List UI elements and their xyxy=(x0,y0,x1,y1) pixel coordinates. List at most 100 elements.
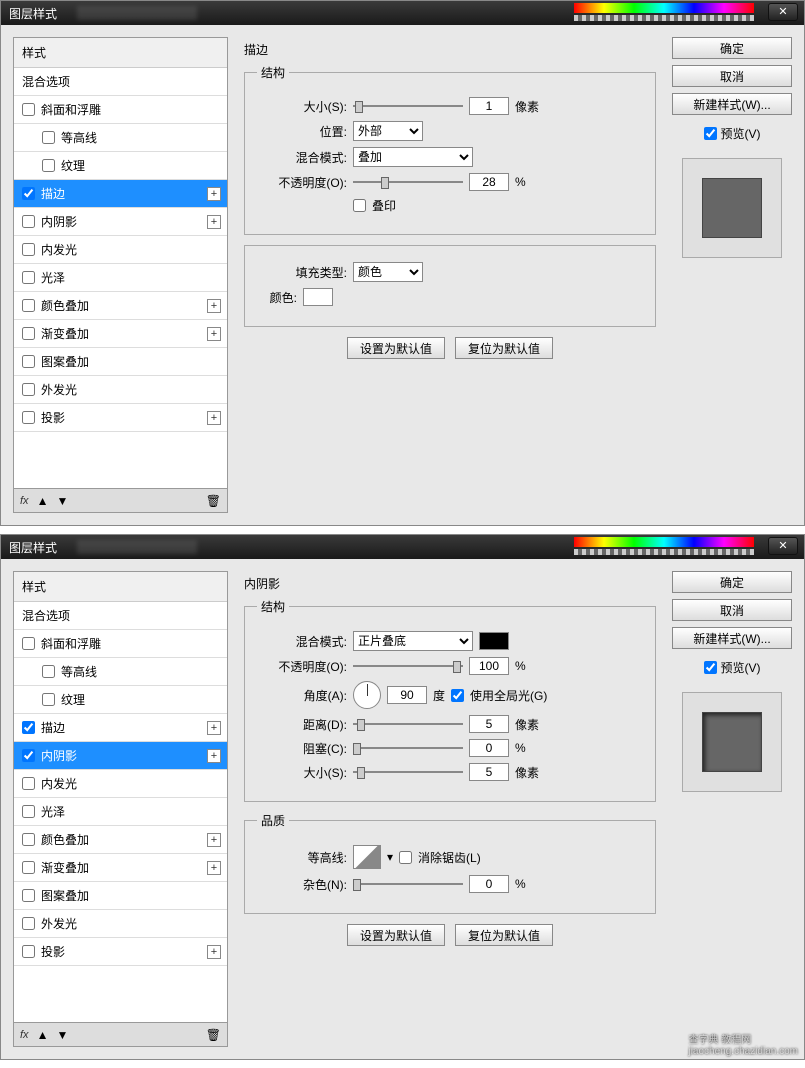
checkbox-satin[interactable] xyxy=(22,805,35,818)
checkbox-satin[interactable] xyxy=(22,271,35,284)
checkbox-inner-glow[interactable] xyxy=(22,243,35,256)
position-select[interactable]: 外部 xyxy=(353,121,423,141)
blend-mode-select[interactable]: 正片叠底 xyxy=(353,631,473,651)
style-row-bevel[interactable]: 斜面和浮雕 xyxy=(14,630,227,658)
style-row-inner-glow[interactable]: 内发光 xyxy=(14,770,227,798)
checkbox-gradient-overlay[interactable] xyxy=(22,327,35,340)
arrow-down-icon[interactable]: ▼ xyxy=(56,1028,68,1042)
checkbox-outer-glow[interactable] xyxy=(22,917,35,930)
opacity-input[interactable] xyxy=(469,173,509,191)
checkbox-color-overlay[interactable] xyxy=(22,833,35,846)
style-row-satin[interactable]: 光泽 xyxy=(14,798,227,826)
checkbox-stroke[interactable] xyxy=(22,721,35,734)
angle-input[interactable] xyxy=(387,686,427,704)
noise-input[interactable] xyxy=(469,875,509,893)
ok-button[interactable]: 确定 xyxy=(672,571,792,593)
checkbox-drop-shadow[interactable] xyxy=(22,945,35,958)
style-row-gradient-overlay[interactable]: 渐变叠加+ xyxy=(14,854,227,882)
opacity-slider[interactable] xyxy=(353,175,463,189)
checkbox-bevel[interactable] xyxy=(22,637,35,650)
style-row-gradient-overlay[interactable]: 渐变叠加+ xyxy=(14,320,227,348)
size-input[interactable] xyxy=(469,763,509,781)
arrow-down-icon[interactable]: ▼ xyxy=(56,494,68,508)
contour-picker[interactable] xyxy=(353,845,381,869)
angle-dial[interactable] xyxy=(353,681,381,709)
blend-options-row[interactable]: 混合选项 xyxy=(14,68,227,96)
checkbox-stroke[interactable] xyxy=(22,187,35,200)
style-row-texture[interactable]: 纹理 xyxy=(14,686,227,714)
trash-icon[interactable]: 🗑 xyxy=(206,494,221,508)
add-icon[interactable]: + xyxy=(207,215,221,229)
new-style-button[interactable]: 新建样式(W)... xyxy=(672,627,792,649)
add-icon[interactable]: + xyxy=(207,945,221,959)
make-default-button[interactable]: 设置为默认值 xyxy=(347,924,445,946)
checkbox-contour[interactable] xyxy=(42,131,55,144)
trash-icon[interactable]: 🗑 xyxy=(206,1028,221,1042)
add-icon[interactable]: + xyxy=(207,411,221,425)
preview-checkbox[interactable] xyxy=(704,127,717,140)
checkbox-inner-shadow[interactable] xyxy=(22,749,35,762)
add-icon[interactable]: + xyxy=(207,749,221,763)
size-slider[interactable] xyxy=(353,765,463,779)
ok-button[interactable]: 确定 xyxy=(672,37,792,59)
fx-icon[interactable]: fx xyxy=(20,1029,29,1041)
global-light-checkbox[interactable] xyxy=(451,689,464,702)
add-icon[interactable]: + xyxy=(207,833,221,847)
new-style-button[interactable]: 新建样式(W)... xyxy=(672,93,792,115)
checkbox-pattern-overlay[interactable] xyxy=(22,355,35,368)
antialias-checkbox[interactable] xyxy=(399,851,412,864)
checkbox-inner-glow[interactable] xyxy=(22,777,35,790)
add-icon[interactable]: + xyxy=(207,861,221,875)
style-row-outer-glow[interactable]: 外发光 xyxy=(14,910,227,938)
style-row-color-overlay[interactable]: 颜色叠加+ xyxy=(14,292,227,320)
style-row-bevel[interactable]: 斜面和浮雕 xyxy=(14,96,227,124)
style-row-stroke[interactable]: 描边+ xyxy=(14,180,227,208)
close-icon[interactable]: ✕ xyxy=(768,537,798,555)
blend-options-row[interactable]: 混合选项 xyxy=(14,602,227,630)
make-default-button[interactable]: 设置为默认值 xyxy=(347,337,445,359)
add-icon[interactable]: + xyxy=(207,187,221,201)
color-swatch[interactable] xyxy=(303,288,333,306)
noise-slider[interactable] xyxy=(353,877,463,891)
overprint-checkbox[interactable] xyxy=(353,199,366,212)
preview-checkbox[interactable] xyxy=(704,661,717,674)
arrow-up-icon[interactable]: ▲ xyxy=(37,494,49,508)
checkbox-bevel[interactable] xyxy=(22,103,35,116)
style-row-contour[interactable]: 等高线 xyxy=(14,124,227,152)
add-icon[interactable]: + xyxy=(207,721,221,735)
checkbox-texture[interactable] xyxy=(42,693,55,706)
checkbox-gradient-overlay[interactable] xyxy=(22,861,35,874)
style-row-outer-glow[interactable]: 外发光 xyxy=(14,376,227,404)
style-row-texture[interactable]: 纹理 xyxy=(14,152,227,180)
choke-input[interactable] xyxy=(469,739,509,757)
reset-default-button[interactable]: 复位为默认值 xyxy=(455,924,553,946)
style-row-stroke[interactable]: 描边+ xyxy=(14,714,227,742)
style-row-drop-shadow[interactable]: 投影+ xyxy=(14,404,227,432)
close-icon[interactable]: ✕ xyxy=(768,3,798,21)
style-row-inner-shadow[interactable]: 内阴影+ xyxy=(14,208,227,236)
style-row-drop-shadow[interactable]: 投影+ xyxy=(14,938,227,966)
blend-mode-select[interactable]: 叠加 xyxy=(353,147,473,167)
fx-icon[interactable]: fx xyxy=(20,495,29,507)
checkbox-pattern-overlay[interactable] xyxy=(22,889,35,902)
opacity-input[interactable] xyxy=(469,657,509,675)
style-row-satin[interactable]: 光泽 xyxy=(14,264,227,292)
checkbox-texture[interactable] xyxy=(42,159,55,172)
chevron-down-icon[interactable]: ▾ xyxy=(387,850,393,864)
choke-slider[interactable] xyxy=(353,741,463,755)
size-input[interactable] xyxy=(469,97,509,115)
size-slider[interactable] xyxy=(353,99,463,113)
checkbox-color-overlay[interactable] xyxy=(22,299,35,312)
shadow-color-swatch[interactable] xyxy=(479,632,509,650)
cancel-button[interactable]: 取消 xyxy=(672,65,792,87)
style-row-pattern-overlay[interactable]: 图案叠加 xyxy=(14,348,227,376)
reset-default-button[interactable]: 复位为默认值 xyxy=(455,337,553,359)
add-icon[interactable]: + xyxy=(207,327,221,341)
fill-type-select[interactable]: 颜色 xyxy=(353,262,423,282)
checkbox-inner-shadow[interactable] xyxy=(22,215,35,228)
style-row-pattern-overlay[interactable]: 图案叠加 xyxy=(14,882,227,910)
checkbox-outer-glow[interactable] xyxy=(22,383,35,396)
style-row-inner-glow[interactable]: 内发光 xyxy=(14,236,227,264)
checkbox-contour[interactable] xyxy=(42,665,55,678)
style-row-inner-shadow[interactable]: 内阴影+ xyxy=(14,742,227,770)
